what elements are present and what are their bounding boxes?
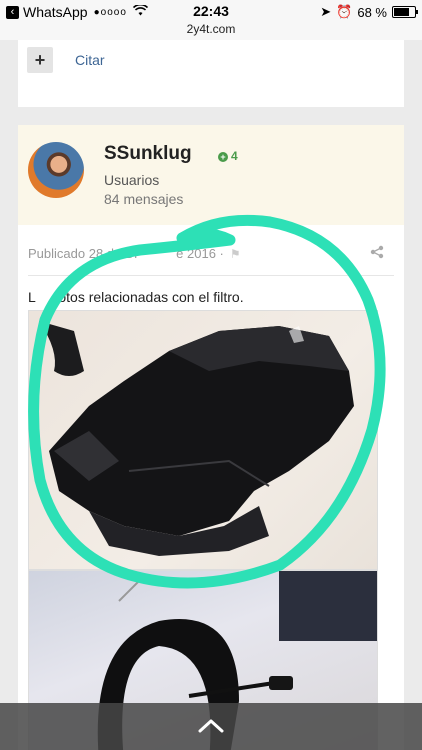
post-body-start: L (28, 289, 36, 305)
share-icon[interactable] (370, 245, 384, 262)
quote-link[interactable]: Citar (75, 52, 105, 68)
status-right: ➤ ⏰ 68 % (315, 4, 418, 20)
author-post-count: 84 mensajes (104, 191, 184, 207)
multiquote-button[interactable]: + (27, 47, 53, 73)
reputation-badge: +4 (218, 149, 238, 163)
alarm-icon: ⏰ (336, 4, 353, 19)
scroll-up-button[interactable] (186, 711, 236, 741)
scroll-to-top-bar (0, 703, 422, 750)
chevron-up-icon (198, 719, 224, 733)
post-body-text: Las fotos relacionadas con el filtro. (28, 289, 244, 305)
location-arrow-icon: ➤ (320, 4, 332, 19)
author-name[interactable]: SSunklug (104, 143, 192, 165)
post-date: Publicado 28 de Diciembre 2016 ·⚑ (28, 246, 241, 261)
post-body-end: otos relacionadas con el filtro. (58, 289, 244, 305)
battery-percent: 68 % (357, 4, 387, 20)
previous-post-footer: + Citar (18, 40, 404, 107)
flag-icon[interactable]: ⚑ (230, 247, 241, 261)
avatar[interactable] (28, 142, 84, 198)
divider (28, 275, 394, 276)
post-date-start: Publicado 28 de Di (28, 246, 138, 261)
battery-icon (392, 6, 418, 18)
attached-photo-filter-housing[interactable] (28, 310, 378, 570)
plus-circle-icon: + (218, 151, 228, 162)
ios-status-bar: ‹ WhatsApp ●oooo 22:43 2y4t.com ➤ ⏰ 68 % (0, 0, 422, 40)
page-url[interactable]: 2y4t.com (0, 22, 422, 36)
author-info: SSunklug +4 Usuarios 84 mensajes (18, 125, 404, 225)
forum-post: SSunklug +4 Usuarios 84 mensajes Publica… (18, 125, 404, 750)
reputation-count: 4 (231, 149, 238, 163)
post-date-end: e 2016 · (176, 246, 224, 261)
author-group: Usuarios (104, 172, 160, 188)
